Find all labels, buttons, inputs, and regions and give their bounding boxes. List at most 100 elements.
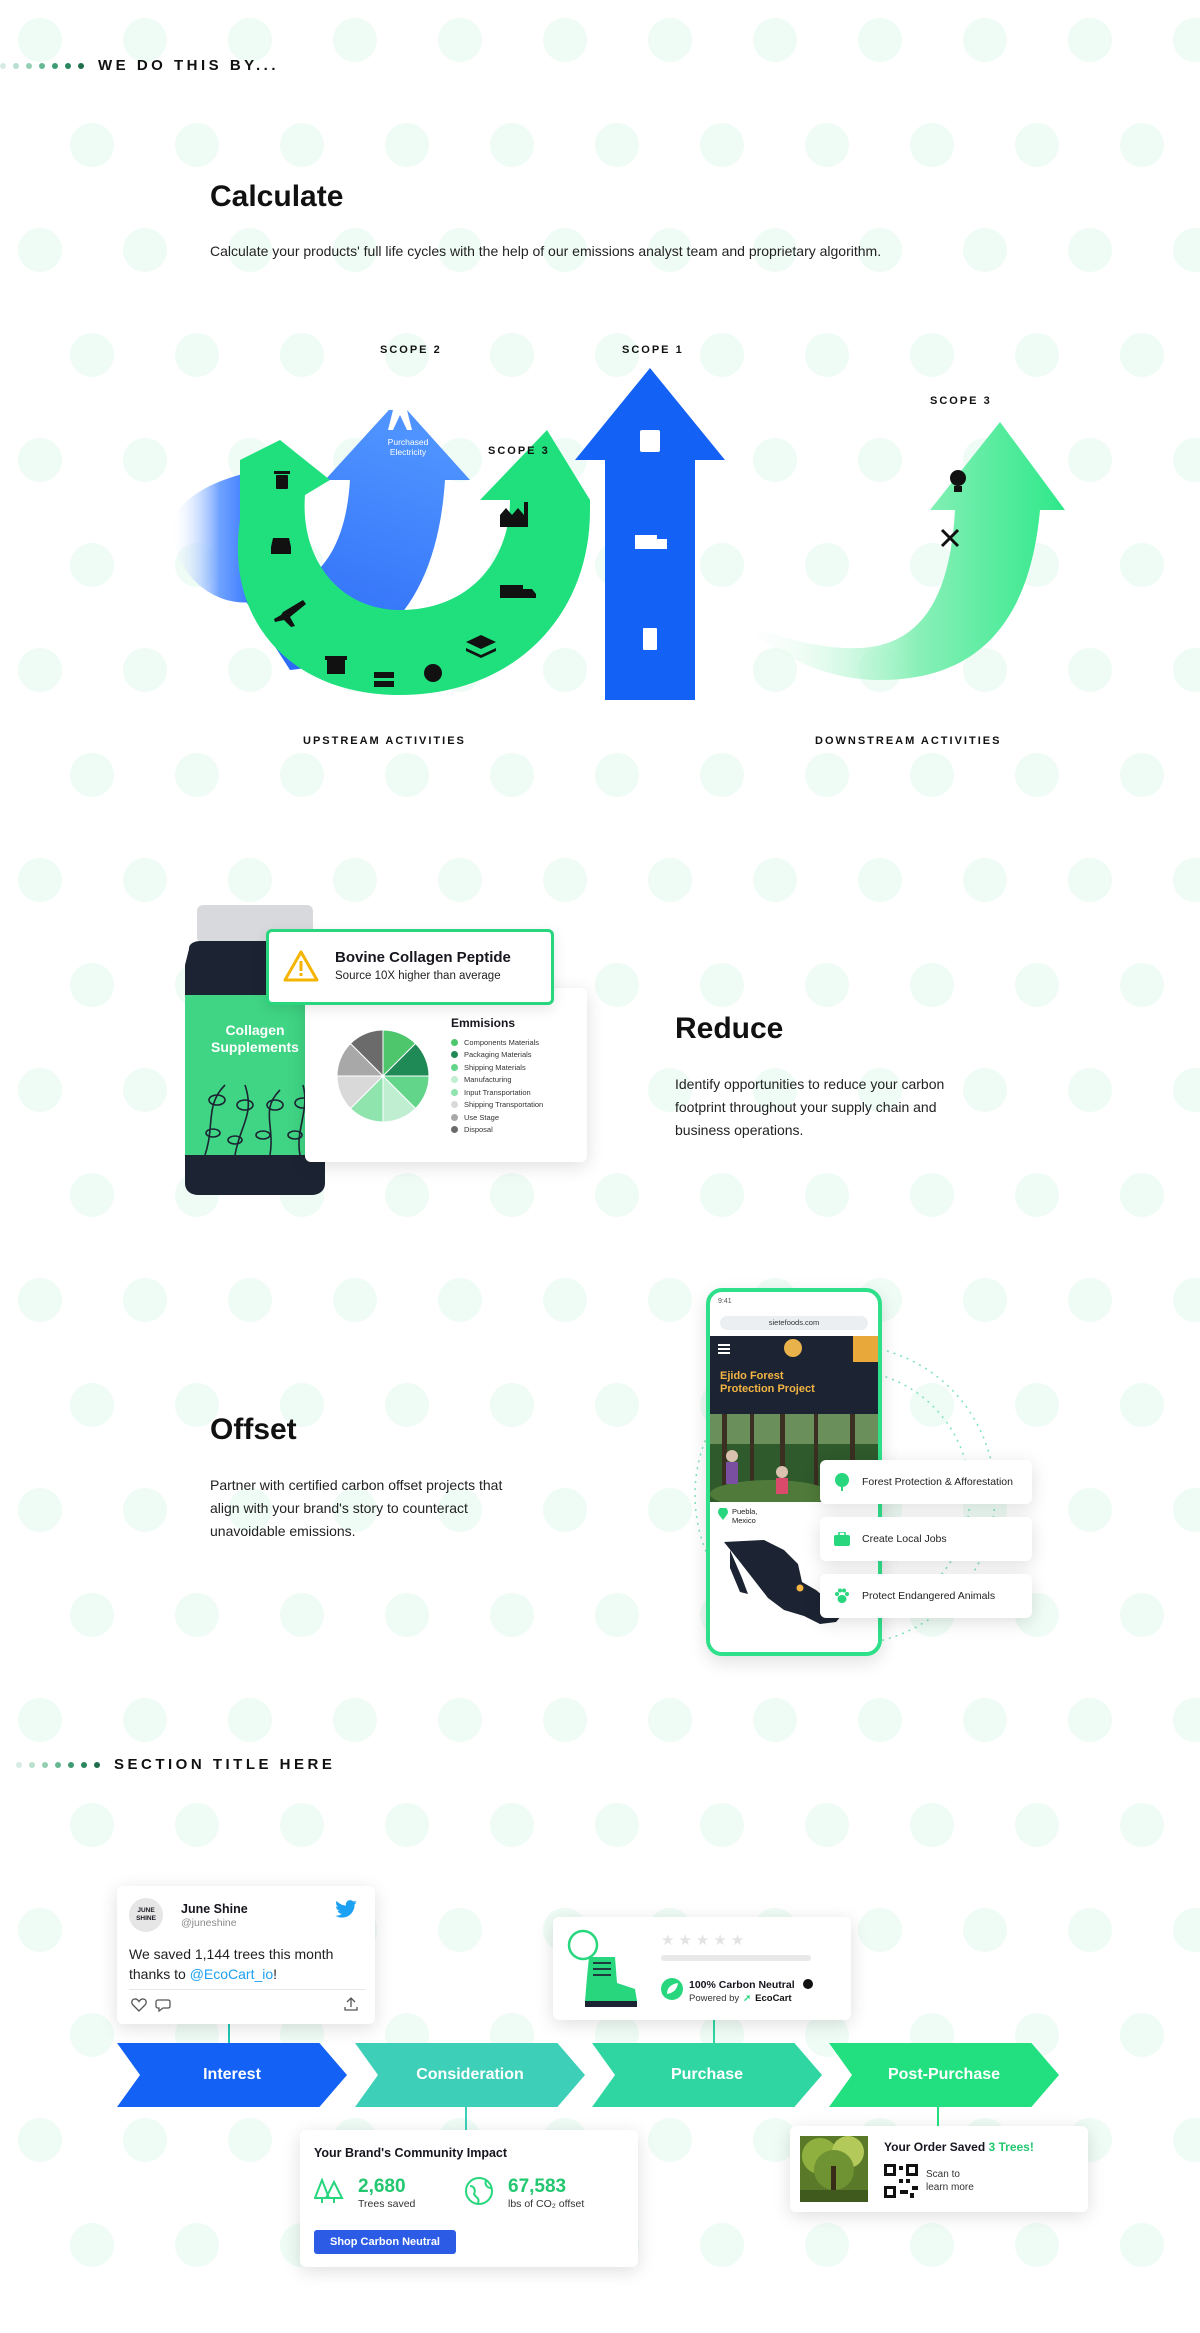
legend-label: Shipping Transportation: [464, 1100, 544, 1110]
tweet-text-prefix: thanks to: [129, 1966, 190, 1982]
briefcase-icon: [834, 1532, 850, 1546]
co2-offset-value: 67,583: [508, 2176, 567, 2197]
legend-swatch: [451, 1126, 458, 1134]
benefit-card-jobs: Create Local Jobs: [820, 1517, 1032, 1561]
avatar: JUNE SHINE: [129, 1898, 163, 1932]
order-saved-highlight: 3 Trees!: [988, 2140, 1034, 2154]
ecocart-brand: EcoCart: [755, 1993, 792, 2004]
tweet-author-name: June Shine: [181, 1902, 248, 1916]
purchased-electricity-line1: Purchased: [387, 437, 429, 447]
emissions-title: Emmisions: [451, 1016, 516, 1030]
twitter-icon: [335, 1900, 357, 1918]
emissions-scopes-diagram: [170, 368, 1065, 700]
legend-item: Use Stage: [451, 1111, 543, 1124]
site-logo: [784, 1339, 802, 1357]
info-icon[interactable]: [803, 1979, 813, 1989]
trees-icon: [314, 2178, 344, 2203]
eyebrow-dots: [0, 62, 84, 69]
stage-interest[interactable]: Interest: [117, 2043, 347, 2107]
calculate-title: Calculate: [210, 180, 344, 213]
legend-label: Use Stage: [464, 1112, 500, 1122]
box-icon: [327, 660, 345, 674]
upstream-caption: UPSTREAM ACTIVITIES: [303, 735, 466, 747]
heart-icon[interactable]: [131, 1998, 147, 2012]
stage-purchase[interactable]: Purchase: [592, 2043, 822, 2107]
source-alert-card: Bovine Collagen Peptide Source 10X highe…: [266, 929, 554, 1005]
calculate-description: Calculate your products' full life cycle…: [210, 243, 882, 259]
project-title-line2: Protection Project: [720, 1383, 815, 1395]
legend-swatch: [451, 1088, 458, 1096]
eyebrow-dots: [16, 1761, 100, 1768]
star-icon: ★: [713, 1932, 727, 1949]
benefit-card-forest: Forest Protection & Afforestation: [820, 1460, 1032, 1504]
scope3-upstream-label: SCOPE 3: [488, 445, 550, 457]
warning-icon: [283, 950, 319, 982]
project-title-block: Ejido Forest Protection Project: [710, 1362, 878, 1414]
powered-by-text: Powered by: [689, 1993, 740, 2004]
emissions-card: Emmisions Components Materials Packaging …: [305, 988, 587, 1162]
project-title-line1: Ejido Forest: [720, 1370, 784, 1382]
phone-time: 9:41: [718, 1298, 732, 1305]
legend-swatch: [451, 1038, 458, 1046]
community-impact-card: Your Brand's Community Impact 2,680 Tree…: [300, 2130, 638, 2267]
star-icon: ★: [678, 1932, 692, 1949]
reduce-title: Reduce: [675, 1012, 784, 1045]
order-saved-prefix: Your Order Saved: [884, 2140, 989, 2154]
alert-title: Bovine Collagen Peptide: [335, 949, 511, 966]
legend-swatch: [451, 1063, 458, 1071]
avatar-line2: SHINE: [136, 1915, 156, 1922]
location-line1: Puebla,: [732, 1507, 758, 1516]
reduce-description: Identify opportunities to reduce your ca…: [675, 1073, 1005, 1142]
legend-label: Disposal: [464, 1125, 493, 1135]
reduce-description-line3: business operations.: [675, 1122, 804, 1138]
shop-carbon-neutral-button[interactable]: Shop Carbon Neutral: [314, 2230, 456, 2254]
star-icon: ★: [730, 1932, 745, 1949]
carbon-neutral-label: 100% Carbon Neutral: [689, 1979, 795, 1991]
box-lid-icon: [325, 656, 347, 660]
globe-icon: [465, 2177, 493, 2205]
star-icon: ★: [695, 1932, 710, 1949]
legend-item: Disposal: [451, 1124, 543, 1137]
emissions-legend: Components Materials Packaging Materials S…: [451, 1036, 543, 1136]
tree-icon: [835, 1473, 849, 1491]
offset-description-line3: unavoidable emissions.: [210, 1523, 356, 1539]
trash-lid-icon: [274, 471, 290, 474]
qr-code-icon[interactable]: [884, 2164, 918, 2198]
scan-line2: learn more: [926, 2182, 974, 2193]
eyebrow-label: WE DO THIS BY...: [98, 57, 280, 74]
tweet-text: We saved 1,144 trees this month thanks t…: [129, 1944, 365, 1984]
connector-interest: [228, 2023, 230, 2043]
offset-description: Partner with certified carbon offset pro…: [210, 1474, 570, 1543]
share-icon[interactable]: [343, 1996, 359, 2012]
legend-item: Shipping Materials: [451, 1061, 543, 1074]
paw-icon: [835, 1588, 849, 1603]
star-icon: ★: [661, 1932, 675, 1949]
stage-post-purchase[interactable]: Post-Purchase: [829, 2043, 1059, 2107]
legend-swatch: [451, 1076, 458, 1084]
stage-post-purchase-label: Post-Purchase: [887, 2066, 1001, 2083]
car-icon: [271, 538, 291, 554]
menu-icon[interactable]: [718, 1344, 730, 1346]
scope1-arrow: [575, 368, 725, 700]
refrigerator-icon: [643, 628, 657, 650]
stage-interest-label: Interest: [203, 2066, 261, 2083]
bottle-label-line1: Collagen: [225, 1022, 285, 1038]
legend-item: Shipping Transportation: [451, 1099, 543, 1112]
downstream-caption: DOWNSTREAM ACTIVITIES: [815, 735, 1002, 747]
legend-item: Input Transportation: [451, 1086, 543, 1099]
reduce-description-line1: Identify opportunities to reduce your ca…: [675, 1076, 945, 1092]
title-placeholder-bar: [661, 1955, 811, 1961]
fuel-pump-icon: [640, 430, 660, 452]
leaf-icon: [661, 1978, 683, 2000]
benefit-label: Create Local Jobs: [862, 1533, 947, 1545]
cart-icon[interactable]: [853, 1336, 878, 1362]
tweet-mention-link[interactable]: @EcoCart_io: [190, 1966, 273, 1982]
scope3-downstream-arrow: [735, 422, 1065, 680]
rating-stars: ★ ★ ★ ★ ★: [661, 1931, 744, 1949]
stage-consideration[interactable]: Consideration: [355, 2043, 585, 2107]
location-pin-icon: [718, 1508, 728, 1520]
benefit-label: Forest Protection & Afforestation: [862, 1476, 1013, 1488]
reply-icon[interactable]: [155, 1998, 171, 2012]
section-eyebrow-1: WE DO THIS BY...: [0, 57, 279, 74]
co2-offset-label: lbs of CO₂ offset: [508, 2198, 585, 2210]
